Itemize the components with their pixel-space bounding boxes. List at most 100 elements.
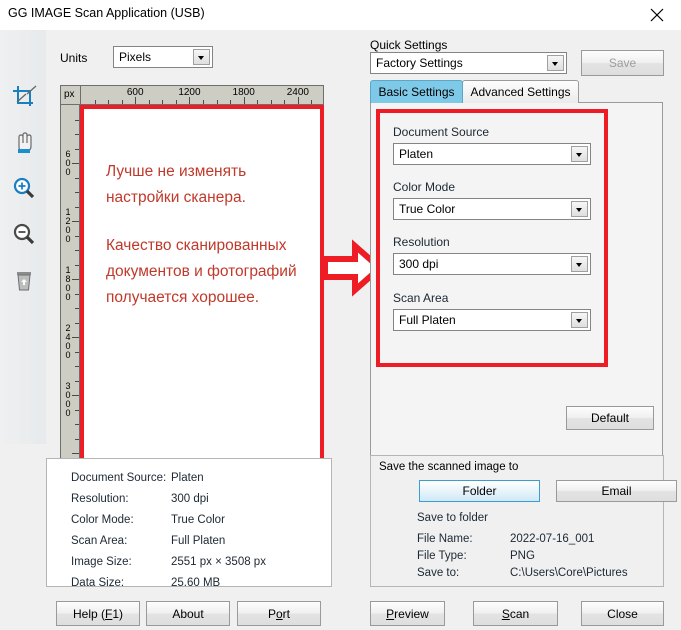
save-row-key: File Type: <box>417 550 467 562</box>
help-button[interactable]: Help (F1) <box>56 601 140 626</box>
close-button[interactable]: Close <box>581 601 664 626</box>
scan-area-value: Full Platen <box>399 313 456 327</box>
ruler-corner: px <box>61 86 81 104</box>
chevron-down-icon <box>571 312 588 328</box>
save-to-folder-button[interactable]: Folder <box>419 480 540 502</box>
ruler-tick <box>230 100 232 104</box>
chevron-down-icon <box>571 201 588 217</box>
ruler-tick <box>72 395 79 397</box>
about-button[interactable]: About <box>146 601 230 626</box>
quick-settings-select[interactable]: Factory Settings <box>370 52 567 74</box>
document-source-select[interactable]: Platen <box>393 143 591 165</box>
ruler-tick-label: 1800 <box>232 87 255 98</box>
ruler-tick <box>75 293 79 295</box>
preview-pane[interactable]: Лучше не изменять настройки сканера. Кач… <box>80 105 324 465</box>
summary-row-key: Data Size: <box>71 577 125 589</box>
units-select[interactable]: Pixels <box>113 46 213 68</box>
window-title: GG IMAGE Scan Application (USB) <box>8 6 205 20</box>
chevron-down-icon <box>193 49 210 65</box>
color-mode-value: True Color <box>399 202 456 216</box>
summary-row-key: Color Mode: <box>71 514 134 526</box>
resolution-label: Resolution <box>393 235 450 249</box>
summary-row-key: Document Source: <box>71 472 167 484</box>
scan-area-label: Scan Area <box>393 291 449 305</box>
summary-row-key: Scan Area: <box>71 535 128 547</box>
tab-advanced-settings[interactable]: Advanced Settings <box>462 80 579 103</box>
ruler-tick-label: 1200 <box>178 87 201 98</box>
ruler-tick <box>75 235 79 237</box>
close-icon <box>650 8 664 22</box>
save-row-key: Save to: <box>417 567 460 579</box>
ruler-tick <box>203 100 204 104</box>
ruler-tick <box>75 438 79 440</box>
summary-row-value: Full Platen <box>171 535 226 547</box>
scan-button[interactable]: Scan <box>473 601 558 626</box>
zoom-in-tool[interactable] <box>9 174 39 204</box>
ruler-tick <box>297 97 299 104</box>
ruler-tick <box>94 100 96 104</box>
ruler-tick <box>72 337 79 339</box>
ruler-tick <box>243 97 245 104</box>
crop-tool[interactable] <box>9 82 39 112</box>
title-bar: GG IMAGE Scan Application (USB) <box>0 0 681 30</box>
ruler-tick <box>75 264 79 266</box>
document-source-value: Platen <box>399 147 434 161</box>
summary-row-value: 300 dpi <box>171 493 209 505</box>
client-area: Units Pixels px 600 1200 1800 2400 600 1200 1… <box>0 30 681 630</box>
ruler-tick <box>75 380 79 382</box>
summary-row-value: 2551 px × 3508 px <box>171 556 266 568</box>
ruler-tick <box>121 100 123 104</box>
ruler-tick-label: 0 <box>65 292 71 303</box>
summary-row-value: 25.60 MB <box>171 577 221 589</box>
port-button[interactable]: Port <box>237 601 321 626</box>
close-window-button[interactable] <box>635 0 681 30</box>
note-line-1: Лучше не изменять настройки сканера. <box>106 163 247 206</box>
save-destination-panel: Save the scanned image to Folder Email S… <box>370 455 677 587</box>
scan-button-label: Scan <box>501 606 530 621</box>
ruler-tick <box>108 100 110 104</box>
note-line-2: Качество сканированных документов и фото… <box>106 237 297 306</box>
ruler-tick <box>75 409 79 411</box>
ruler-tick <box>270 100 272 104</box>
trash-icon <box>17 272 31 291</box>
scan-application-window: GG IMAGE Scan Application (USB) Units Pi… <box>0 0 681 630</box>
save-panel-subtitle: Save to folder <box>417 512 488 524</box>
tool-strip <box>0 30 46 444</box>
ruler-tick <box>75 322 79 324</box>
crop-icon <box>13 85 37 106</box>
scan-area-select[interactable]: Full Platen <box>393 309 591 331</box>
ruler-tick <box>311 100 313 104</box>
delete-tool[interactable] <box>9 266 39 296</box>
ruler-tick <box>75 119 79 121</box>
save-settings-button[interactable]: Save <box>581 50 664 76</box>
save-row-value: PNG <box>510 550 535 562</box>
ruler-tick <box>75 424 79 426</box>
units-value: Pixels <box>119 50 152 64</box>
ruler-tick-label: 0 <box>65 350 71 361</box>
tab-basic-settings[interactable]: Basic Settings <box>370 80 463 103</box>
default-button[interactable]: Default <box>566 406 654 430</box>
ruler-tick <box>148 100 150 104</box>
ruler-tick <box>175 100 177 104</box>
chevron-down-icon <box>571 146 588 162</box>
zoom-out-icon <box>13 223 35 245</box>
resolution-select[interactable]: 300 dpi <box>393 253 591 275</box>
preview-button[interactable]: Preview <box>370 601 445 626</box>
color-mode-select[interactable]: True Color <box>393 198 591 220</box>
document-source-label: Document Source <box>393 125 490 139</box>
ruler-tick <box>189 97 191 104</box>
save-row-value: C:\Users\Core\Pictures <box>510 567 628 579</box>
quick-settings-label: Quick Settings <box>370 38 448 52</box>
ruler-tick <box>75 148 79 150</box>
zoom-out-tool[interactable] <box>9 220 39 250</box>
summary-row-value: True Color <box>171 514 225 526</box>
ruler-tick <box>216 100 218 104</box>
help-button-label: Help (F1) <box>72 606 124 621</box>
save-panel-title: Save the scanned image to <box>379 461 519 473</box>
ruler-tick <box>75 351 79 353</box>
pan-tool[interactable] <box>9 128 39 158</box>
ruler-tick-label: 600 <box>126 87 144 98</box>
ruler-tick <box>75 250 79 252</box>
save-to-email-button[interactable]: Email <box>556 480 677 502</box>
ruler-tick <box>75 206 79 208</box>
